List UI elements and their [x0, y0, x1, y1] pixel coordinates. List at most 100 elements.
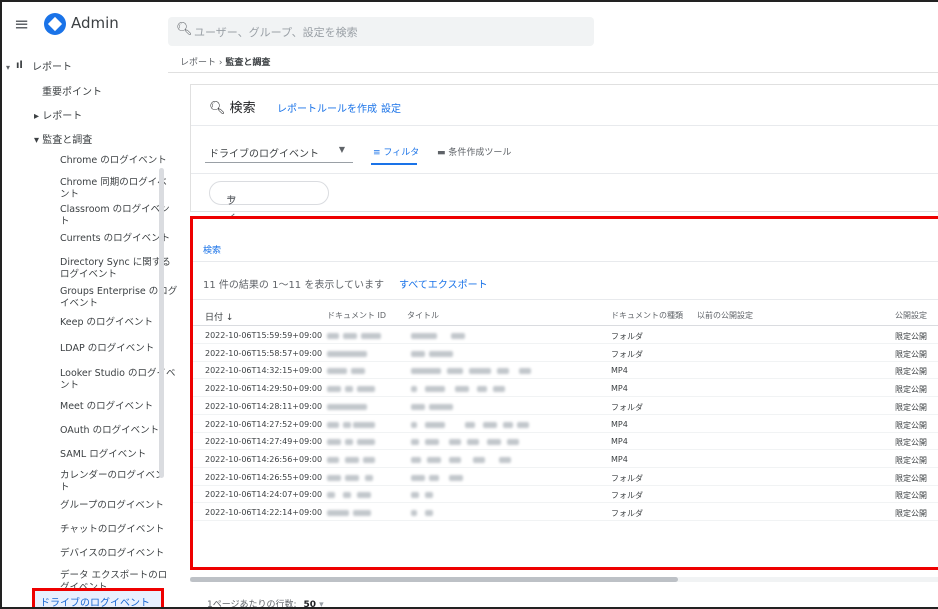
sidebar-item-audit[interactable]: ▾ 監査と調査 — [34, 135, 92, 147]
create-report-rule-link[interactable]: レポートルールを作成 — [277, 100, 377, 115]
tab-filter[interactable]: ≡ フィルタ — [373, 145, 419, 158]
table-row[interactable]: 2022-10-06T14:27:49+09:00 MP4 限定公開 — [193, 433, 938, 451]
column-header-doc-type[interactable]: ドキュメントの種類 — [611, 310, 683, 321]
rows-per-page: 1ページあたりの行数: 50 ▾ — [207, 600, 324, 609]
row-date: 2022-10-06T14:26:55+09:00 — [205, 472, 323, 482]
redacted-value — [449, 474, 463, 481]
redacted-value — [467, 439, 479, 446]
redacted-value — [327, 350, 367, 357]
redacted-value — [343, 421, 351, 428]
row-doc-type: フォルダ — [611, 473, 643, 483]
row-date: 2022-10-06T14:29:50+09:00 — [205, 384, 323, 394]
scrollbar-thumb[interactable] — [190, 577, 678, 582]
redacted-value — [455, 386, 469, 393]
redacted-value — [451, 333, 465, 339]
table-row[interactable]: 2022-10-06T15:58:57+09:00 フォルダ 限定公開 — [193, 345, 938, 362]
export-all-button[interactable]: すべてエクスポート — [399, 276, 488, 291]
redacted-value — [411, 386, 417, 393]
row-date: 2022-10-06T15:58:57+09:00 — [205, 348, 323, 358]
row-doc-type: MP4 — [611, 419, 628, 429]
sidebar-item-log[interactable]: Keep のログイベント — [60, 317, 153, 329]
table-row[interactable]: 2022-10-06T14:26:56+09:00 MP4 限定公開 — [193, 451, 938, 468]
redacted-value — [357, 492, 371, 499]
active-tab-indicator — [371, 163, 417, 165]
sidebar-item-log[interactable]: Currents のログイベント — [60, 233, 170, 245]
redacted-value — [429, 403, 453, 410]
table-row[interactable]: 2022-10-06T14:28:11+09:00 フォルダ 限定公開 — [193, 398, 938, 415]
row-date: 2022-10-06T14:27:49+09:00 — [205, 437, 323, 447]
redacted-value — [519, 368, 531, 375]
row-doc-type: フォルダ — [611, 332, 643, 341]
redacted-value — [327, 403, 367, 410]
data-source-select[interactable]: ドライブのログイベント ▼ — [205, 139, 353, 163]
sidebar-item-log[interactable]: カレンダーのログイベン ト — [60, 470, 165, 494]
redacted-value — [411, 368, 441, 375]
row-date: 2022-10-06T14:28:11+09:00 — [205, 401, 323, 411]
sidebar-item-reports[interactable]: ▸ レポート — [34, 111, 82, 123]
rows-per-page-select[interactable]: 50 ▾ — [303, 600, 323, 607]
row-visibility: 限定公開 — [895, 367, 927, 377]
redacted-value — [411, 474, 425, 481]
table-row[interactable]: 2022-10-06T14:26:55+09:00 フォルダ 限定公開 — [193, 469, 938, 486]
sidebar-item-log[interactable]: Chrome 同期のログイベ ント — [60, 177, 167, 201]
add-filter-button[interactable]: + フィルタを追加 — [209, 181, 329, 303]
row-visibility: 限定公開 — [895, 402, 927, 412]
breadcrumb: レポート › 監査と調査 — [180, 55, 270, 68]
row-doc-type: MP4 — [611, 384, 628, 394]
redacted-value — [493, 386, 505, 393]
column-header-date[interactable]: 日付 ↓ — [205, 310, 233, 323]
table-row[interactable]: 2022-10-06T15:59:59+09:00 フォルダ 限定公開 — [193, 327, 938, 344]
redacted-value — [327, 492, 335, 499]
row-visibility: 限定公開 — [895, 455, 927, 465]
search-icon: 🔍︎ — [209, 101, 226, 116]
table-row[interactable]: 2022-10-06T14:22:14+09:00 フォルダ 限定公開 — [193, 504, 938, 521]
search-card: 🔍︎ 検索 レポートルールを作成 設定 ドライブのログイベント ▼ ≡ フィルタ… — [190, 84, 938, 303]
redacted-value — [425, 510, 433, 516]
table-row[interactable]: 2022-10-06T14:29:50+09:00 MP4 限定公開 — [193, 380, 938, 398]
redacted-value — [469, 368, 491, 375]
redacted-value — [425, 421, 445, 428]
sidebar-scrollbar[interactable] — [159, 168, 164, 478]
sidebar-item-log[interactable]: デバイスのログイベント — [60, 548, 164, 560]
sidebar-item-log[interactable]: Directory Sync に関する ログイベント — [60, 257, 171, 281]
redacted-value — [411, 492, 419, 499]
redacted-value — [363, 456, 375, 463]
results-search-label[interactable]: 検索 — [203, 243, 221, 256]
chart-icon: ıl — [16, 60, 23, 71]
sidebar-item-log[interactable]: チャットのログイベント — [60, 524, 164, 536]
breadcrumb-parent[interactable]: レポート — [180, 58, 216, 68]
redacted-value — [351, 368, 365, 375]
sidebar-item-log[interactable]: Classroom のログイベン ト — [60, 204, 170, 228]
row-doc-type: MP4 — [611, 454, 628, 464]
sidebar-item-drive-log[interactable]: ドライブのログイベント — [32, 588, 164, 607]
redacted-value — [327, 421, 339, 428]
tab-condition-builder[interactable]: ▬ 条件作成ツール — [437, 145, 511, 158]
column-header-prev-visibility[interactable]: 以前の公開設定 — [697, 310, 753, 321]
row-doc-type: フォルダ — [611, 349, 643, 359]
row-date: 2022-10-06T15:59:59+09:00 — [205, 331, 323, 340]
row-visibility: 限定公開 — [895, 491, 927, 501]
sidebar-item-log[interactable]: OAuth のログイベント — [60, 425, 159, 437]
settings-link[interactable]: 設定 — [381, 100, 401, 115]
sidebar-item-log[interactable]: LDAP のログイベント — [60, 343, 154, 355]
results-panel: 検索 11 件の結果の 1〜11 を表示しています すべてエクスポート 日付 ↓… — [190, 216, 938, 570]
column-header-visibility[interactable]: 公開設定 — [895, 310, 927, 321]
sidebar-item-log[interactable]: Meet のログイベント — [60, 401, 153, 413]
sidebar-item-log[interactable]: SAML ログイベント — [60, 449, 146, 461]
table-row[interactable]: 2022-10-06T14:32:15+09:00 MP4 限定公開 — [193, 362, 938, 380]
row-date: 2022-10-06T14:26:56+09:00 — [205, 454, 323, 464]
horizontal-scrollbar[interactable] — [190, 577, 938, 582]
admin-logo[interactable] — [44, 13, 66, 35]
hamburger-icon[interactable]: ≡ — [14, 14, 29, 35]
redacted-value — [345, 386, 353, 393]
sidebar-item-highlights[interactable]: 重要ポイント — [42, 87, 102, 99]
sidebar-item-log[interactable]: グループのログイベント — [60, 500, 164, 512]
expand-arrow-icon[interactable]: ▾ — [6, 62, 10, 74]
column-header-title[interactable]: タイトル — [407, 310, 439, 321]
table-row[interactable]: 2022-10-06T14:27:52+09:00 MP4 限定公開 — [193, 416, 938, 433]
table-row[interactable]: 2022-10-06T14:24:07+09:00 フォルダ 限定公開 — [193, 486, 938, 504]
sidebar-item-log[interactable]: Chrome のログイベント — [60, 155, 167, 167]
sidebar-item-reports-root[interactable]: レポート — [32, 62, 72, 74]
column-header-doc-id[interactable]: ドキュメント ID — [327, 310, 386, 321]
search-box[interactable]: 🔍︎ ユーザー、グループ、設定を検索 — [168, 17, 594, 46]
